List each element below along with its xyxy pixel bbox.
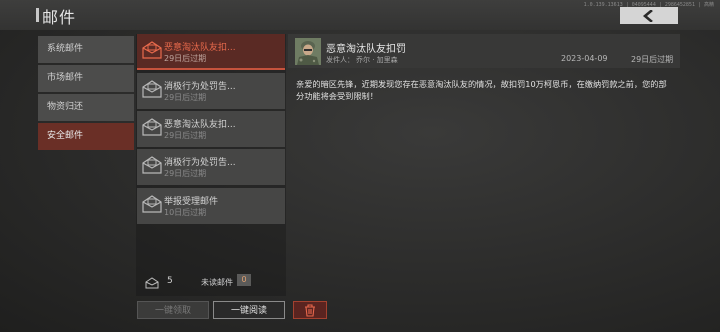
mail-list-item[interactable]: 举报受理邮件 10日后过期 [137,188,285,224]
envelope-icon [142,195,162,213]
mail-detail-expire: 29日后过期 [631,55,674,64]
unread-count-badge: 0 [237,274,251,286]
category-market-mail[interactable]: 市场邮件 [38,65,134,92]
mail-expire: 29日后过期 [164,54,207,63]
category-system-mail[interactable]: 系统邮件 [38,36,134,63]
soldier-portrait-icon [295,38,321,65]
mail-subject: 举报受理邮件 [164,197,219,207]
mail-detail: 恶意淘汰队友扣罚 发件人： 乔尔 · 加里森 2023-04-09 29日后过期… [288,34,680,296]
mail-expire: 29日后过期 [164,131,207,140]
category-security-mail[interactable]: 安全邮件 [38,123,134,150]
chevron-left-icon [642,9,653,22]
envelope-icon [142,156,162,174]
mail-expire: 10日后过期 [164,208,207,217]
title-accent-bar [36,8,39,22]
category-supply-return[interactable]: 物资归还 [38,94,134,121]
mail-list: 恶意淘汰队友扣... 29日后过期 消极行为处罚告... 29日后过期 恶意淘汰… [136,34,286,296]
page-title: 邮件 [42,8,77,27]
trash-icon [305,304,315,317]
claim-all-button[interactable]: 一键领取 [137,301,209,319]
mail-list-item[interactable]: 消极行为处罚告... 29日后过期 [137,73,285,109]
envelope-icon [142,80,162,98]
sender-label: 发件人： [326,56,354,64]
back-button[interactable] [620,7,678,24]
mail-subject: 消极行为处罚告... [164,82,236,92]
mail-subject: 消极行为处罚告... [164,158,236,168]
mail-list-item[interactable]: 消极行为处罚告... 29日后过期 [137,149,285,185]
sender-avatar [295,38,321,65]
unread-label: 未读邮件 [201,278,233,287]
mail-list-footer: 5 未读邮件 0 [137,268,285,296]
category-list: 系统邮件 市场邮件 物资归还 安全邮件 [38,36,134,152]
mail-list-item[interactable]: 恶意淘汰队友扣... 29日后过期 [137,111,285,147]
read-all-button[interactable]: 一键阅读 [213,301,285,319]
delete-button[interactable] [293,301,327,319]
envelope-icon [145,277,159,289]
mail-list-item[interactable]: 恶意淘汰队友扣... 29日后过期 [137,34,285,70]
mail-subject: 恶意淘汰队友扣... [164,120,236,130]
sender-name: 乔尔 · 加里森 [356,56,398,64]
envelope-icon [142,118,162,136]
mail-expire: 29日后过期 [164,93,207,102]
mail-expire: 29日后过期 [164,169,207,178]
mail-subject: 恶意淘汰队友扣... [164,43,236,53]
mail-body: 亲爱的暗区先锋，近期发现您存在恶意淘汰队友的情况，故扣罚10万柯恩币，在缴纳罚款… [296,79,667,101]
mail-total-count: 5 [167,276,173,286]
envelope-icon [142,41,162,59]
mail-detail-header: 恶意淘汰队友扣罚 发件人： 乔尔 · 加里森 2023-04-09 29日后过期 [288,34,680,68]
mail-date: 2023-04-09 [561,54,608,63]
mail-detail-subject: 恶意淘汰队友扣罚 [326,44,406,55]
